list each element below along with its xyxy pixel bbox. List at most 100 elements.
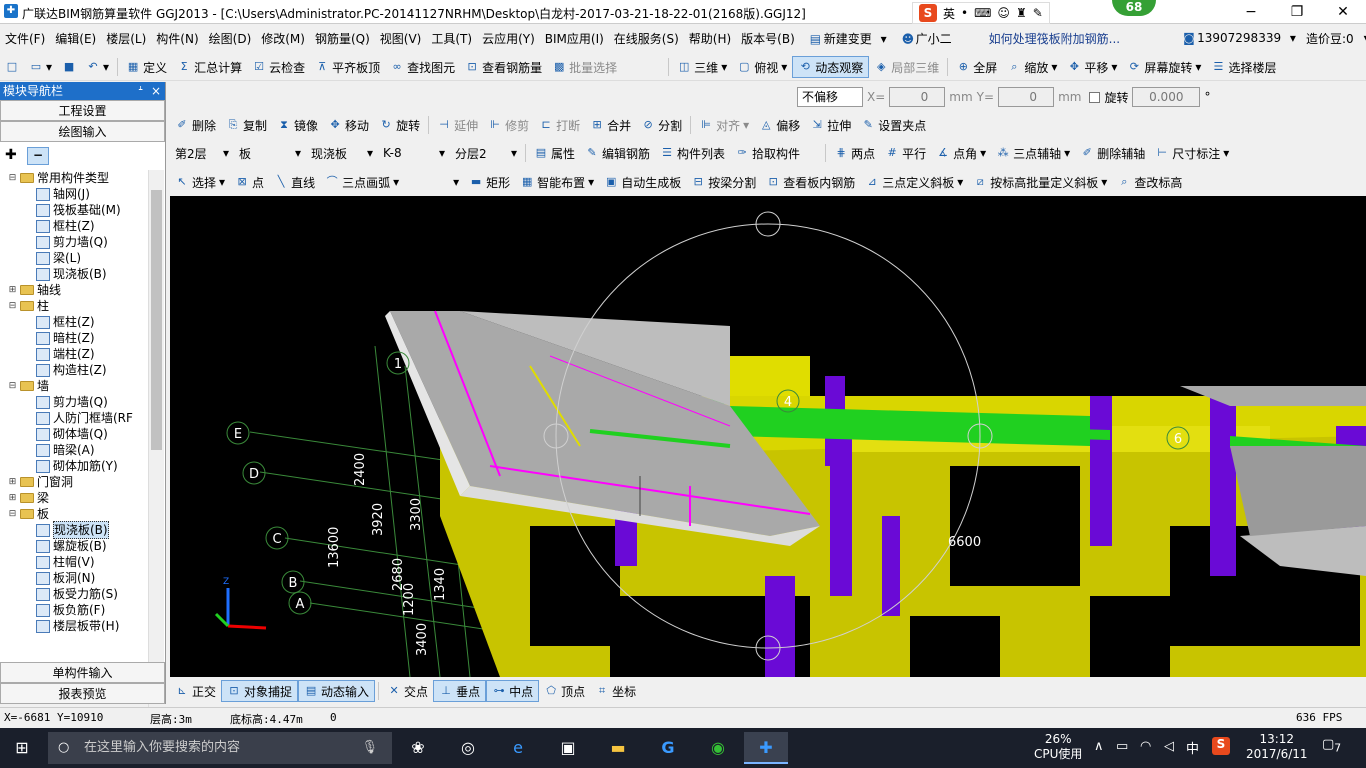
nav-close-icon[interactable]: × <box>151 82 161 100</box>
offset-select[interactable]: 不偏移 <box>797 87 863 107</box>
cloud-check-button[interactable]: ☑ 云检查 <box>247 56 310 78</box>
tree-folder[interactable]: ⊞ 门窗洞 <box>8 474 73 490</box>
help-link[interactable]: 如何处理筏板附加钢筋... <box>984 30 1125 47</box>
tree-folder[interactable]: ⊟ 板 <box>8 506 49 522</box>
line-button[interactable]: ╲ 直线 <box>269 171 320 193</box>
windows-start-icon[interactable]: ⊞ <box>0 732 44 764</box>
coordinate-toggle[interactable]: ⌗ 坐标 <box>590 680 641 702</box>
move-button[interactable]: ✥ 移动 <box>323 114 374 136</box>
maximize-button[interactable]: ❐ <box>1274 0 1320 24</box>
menu-bim[interactable]: BIM应用(I) <box>540 30 609 47</box>
three-point-slope-button[interactable]: ⊿ 三点定义斜板 ▾ <box>860 171 968 193</box>
point-button[interactable]: ⊠ 点 <box>230 171 269 193</box>
project-settings-button[interactable]: 工程设置 <box>0 100 165 121</box>
type-select[interactable]: 板 ▾ <box>234 142 306 164</box>
pick-component-button[interactable]: ✑ 拾取构件 <box>730 142 805 164</box>
align-button[interactable]: ⊫ 对齐 ▾ <box>694 114 754 136</box>
ime-language[interactable]: 英 <box>943 5 955 22</box>
store-icon[interactable]: ▣ <box>546 732 590 764</box>
shape-dropdown[interactable]: ▾ <box>404 171 464 193</box>
set-grip-button[interactable]: ✎ 设置夹点 <box>856 114 931 136</box>
volume-icon[interactable]: ◁ <box>1164 739 1174 754</box>
menu-help[interactable]: 帮助(H) <box>684 30 736 47</box>
layer-select[interactable]: 分层2 ▾ <box>450 142 522 164</box>
tree-item[interactable]: 人防门框墙(RF <box>36 410 133 426</box>
notification-icon[interactable]: ▢7 <box>1322 737 1341 755</box>
midpoint-toggle[interactable]: ⊶ 中点 <box>486 680 540 702</box>
single-input-button[interactable]: 单构件输入 <box>0 662 165 683</box>
menu-draw[interactable]: 绘图(D) <box>204 30 257 47</box>
tree-item[interactable]: 剪力墙(Q) <box>36 234 108 250</box>
app-swirl-icon[interactable]: ◎ <box>446 732 490 764</box>
pan-button[interactable]: ✥ 平移 ▾ <box>1062 56 1122 78</box>
tree-item[interactable]: 轴网(J) <box>36 186 90 202</box>
local-3d-button[interactable]: ◈ 局部三维 <box>869 56 944 78</box>
break-button[interactable]: ⊏ 打断 <box>534 114 585 136</box>
menu-version[interactable]: 版本号(B) <box>736 30 800 47</box>
rotate-checkbox[interactable] <box>1089 91 1101 103</box>
tree-item[interactable]: 板受力筋(S) <box>36 586 118 602</box>
menu-floor[interactable]: 楼层(L) <box>101 30 151 47</box>
shirt-icon[interactable]: ♜ <box>1016 6 1027 20</box>
menu-file[interactable]: 文件(F) <box>0 30 50 47</box>
tray-network-icon[interactable]: ▭ <box>1116 739 1128 754</box>
collapse-icon[interactable]: ⊟ <box>8 506 17 522</box>
trim-button[interactable]: ⊩ 修剪 <box>483 114 534 136</box>
wifi-icon[interactable]: ◠ <box>1140 739 1151 754</box>
tree-folder[interactable]: ⊞ 轴线 <box>8 282 61 298</box>
tree-item[interactable]: 柱帽(V) <box>36 554 95 570</box>
tree-item[interactable]: 现浇板(B) <box>36 266 107 282</box>
parallel-button[interactable]: # 平行 <box>880 142 931 164</box>
split-by-beam-button[interactable]: ⊟ 按梁分割 <box>686 171 761 193</box>
tree-item[interactable]: 筏板基础(M) <box>36 202 121 218</box>
tree-item[interactable]: 剪力墙(Q) <box>36 394 108 410</box>
vertex-toggle[interactable]: ⬠ 顶点 <box>539 680 590 702</box>
rotate-screen-button[interactable]: ⟳ 屏幕旋转 ▾ <box>1122 56 1206 78</box>
find-element-button[interactable]: ∞ 查找图元 <box>385 56 460 78</box>
expand-icon[interactable]: ⊞ <box>8 474 17 490</box>
3d-viewport[interactable]: 1 4 6 E D C B A 2400 3920 3300 13600 268… <box>170 196 1366 677</box>
expand-icon[interactable]: ⊞ <box>8 282 17 298</box>
tree-item[interactable]: 暗梁(A) <box>36 442 95 458</box>
intersection-toggle[interactable]: ✕ 交点 <box>382 680 433 702</box>
rectangle-button[interactable]: ▬ 矩形 <box>464 171 515 193</box>
split-button[interactable]: ⊘ 分割 <box>636 114 687 136</box>
component-list-button[interactable]: ☰ 构件列表 <box>655 142 730 164</box>
auto-gen-slab-button[interactable]: ▣ 自动生成板 <box>599 171 686 193</box>
drawing-input-button[interactable]: 绘图输入 <box>0 121 165 142</box>
batch-select-button[interactable]: ▩ 批量选择 <box>547 56 622 78</box>
model-canvas[interactable]: 1 4 6 E D C B A 2400 3920 3300 13600 268… <box>170 196 1366 677</box>
menu-modify[interactable]: 修改(M) <box>256 30 310 47</box>
define-button[interactable]: ▦ 定义 <box>121 56 172 78</box>
menu-online[interactable]: 在线服务(S) <box>609 30 684 47</box>
batch-slope-button[interactable]: ⧄ 按标高批量定义斜板 ▾ <box>968 171 1112 193</box>
tree-item[interactable]: 板负筋(F) <box>36 602 105 618</box>
tree-item[interactable]: 螺旋板(B) <box>36 538 107 554</box>
ime-indicator[interactable]: 中 <box>1186 738 1199 757</box>
pin-icon[interactable]: ᗮ <box>138 82 143 100</box>
open-file-button[interactable]: ▭ ▾ <box>24 56 57 78</box>
user-icon[interactable]: ☺ <box>997 6 1010 20</box>
ime-toolbar[interactable]: S 英 • ⌨ ☺ ♜ ✎ <box>912 2 1050 24</box>
perpendicular-toggle[interactable]: ⊥ 垂点 <box>433 680 487 702</box>
select-button[interactable]: ↖ 选择 ▾ <box>170 171 230 193</box>
tree-item[interactable]: 楼层板带(H) <box>36 618 119 634</box>
rotate-button[interactable]: ↻ 旋转 <box>374 114 425 136</box>
tree-folder[interactable]: ⊟ 常用构件类型 <box>8 170 109 186</box>
tree-item[interactable]: 端柱(Z) <box>36 346 95 362</box>
report-preview-button[interactable]: 报表预览 <box>0 683 165 704</box>
ortho-toggle[interactable]: ⊾ 正交 <box>170 680 221 702</box>
collapse-icon[interactable]: ⊟ <box>8 378 17 394</box>
tree-folder[interactable]: ⊟ 墙 <box>8 378 49 394</box>
attribute-button[interactable]: ▤ 属性 <box>529 142 580 164</box>
extend-button[interactable]: ⊣ 延伸 <box>432 114 483 136</box>
user-account[interactable]: ◙ 13907298339 ▾ <box>1173 31 1301 45</box>
subtype-select[interactable]: 现浇板 ▾ <box>306 142 378 164</box>
tree-vertical-scrollbar[interactable] <box>148 170 164 726</box>
save-button[interactable]: ■ <box>57 56 81 78</box>
floor-select[interactable]: 第2层 ▾ <box>170 142 234 164</box>
three-point-axis-button[interactable]: ⁂ 三点辅轴 ▾ <box>991 142 1075 164</box>
dynamic-input-toggle[interactable]: ▤ 动态输入 <box>298 680 376 702</box>
expand-icon[interactable]: ⊞ <box>8 490 17 506</box>
menu-rebar[interactable]: 钢筋量(Q) <box>310 30 375 47</box>
